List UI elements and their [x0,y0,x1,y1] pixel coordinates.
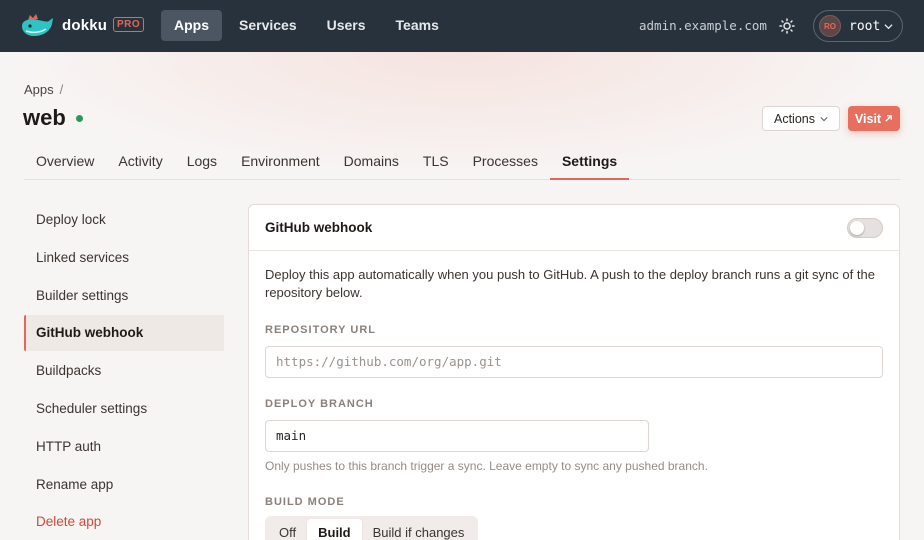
sidebar-item-linked-services[interactable]: Linked services [24,240,224,276]
visit-label: Visit [854,111,882,126]
sidebar-item-github-webhook[interactable]: GitHub webhook [24,315,224,352]
chevron-down-icon [884,24,893,30]
page-title: web [23,105,66,130]
toggle-knob [850,221,864,235]
tab-settings[interactable]: Settings [549,142,630,180]
host-name: admin.example.com [639,18,767,33]
build-mode-build[interactable]: Build [307,519,362,540]
top-navbar: dokku PRO Apps Services Users Teams admi… [0,0,924,52]
repo-url-label: REPOSITORY URL [265,324,376,336]
nav-services[interactable]: Services [226,10,310,41]
nav-apps[interactable]: Apps [161,10,222,41]
sidebar-item-http-auth[interactable]: HTTP auth [24,429,224,465]
build-mode-label: BUILD MODE [265,496,345,508]
build-mode-off[interactable]: Off [268,519,307,540]
sidebar-item-rename-app[interactable]: Rename app [24,467,224,503]
settings-sidebar: Deploy lock Linked services Builder sett… [24,202,224,540]
tab-environment[interactable]: Environment [229,142,332,180]
tab-tls[interactable]: TLS [411,142,461,180]
tab-domains[interactable]: Domains [332,142,411,180]
external-link-icon [885,115,892,122]
deploy-branch-hint: Only pushes to this branch trigger a syn… [265,459,708,473]
app-tabs: Overview Activity Logs Environment Domai… [24,142,900,180]
deploy-branch-label: DEPLOY BRANCH [265,398,374,410]
build-mode-selector: Off Build Build if changes [265,516,479,540]
logo[interactable]: dokku PRO [20,14,145,38]
user-menu[interactable]: RO root [813,10,903,42]
sidebar-item-buildpacks[interactable]: Buildpacks [24,353,224,389]
breadcrumb-apps-link[interactable]: Apps [24,82,54,97]
chevron-down-icon [820,116,828,121]
user-name: root [849,18,881,34]
brand-name: dokku [62,17,108,34]
repo-url-input[interactable]: https://github.com/org/app.git [265,346,883,378]
whale-logo-icon [22,14,53,36]
github-webhook-panel: GitHub webhook Deploy this app automatic… [248,204,900,540]
panel-header: GitHub webhook [249,205,899,251]
webhook-enable-toggle[interactable] [847,218,883,238]
breadcrumb: Apps / [24,82,63,97]
main-nav: Apps Services Users Teams [161,10,456,41]
sidebar-item-scheduler-settings[interactable]: Scheduler settings [24,391,224,427]
tab-logs[interactable]: Logs [175,142,229,180]
sidebar-item-delete-app[interactable]: Delete app [24,504,224,540]
sidebar-item-builder-settings[interactable]: Builder settings [24,278,224,314]
tab-activity[interactable]: Activity [106,142,174,180]
panel-description: Deploy this app automatically when you p… [265,267,875,300]
avatar: RO [819,15,841,37]
tab-overview[interactable]: Overview [24,142,106,180]
deploy-branch-input[interactable]: main [265,420,649,452]
theme-toggle-sun-icon[interactable] [779,18,795,34]
actions-label: Actions [774,111,815,126]
pro-badge: PRO [113,17,145,32]
build-mode-build-if-changes[interactable]: Build if changes [362,519,476,540]
status-indicator [76,115,83,122]
sidebar-item-deploy-lock[interactable]: Deploy lock [24,202,224,238]
visit-button[interactable]: Visit [848,106,900,131]
actions-button[interactable]: Actions [762,106,840,131]
breadcrumb-separator: / [59,82,64,97]
panel-title: GitHub webhook [265,220,373,235]
nav-teams[interactable]: Teams [383,10,452,41]
nav-users[interactable]: Users [314,10,379,41]
tab-processes[interactable]: Processes [461,142,550,180]
